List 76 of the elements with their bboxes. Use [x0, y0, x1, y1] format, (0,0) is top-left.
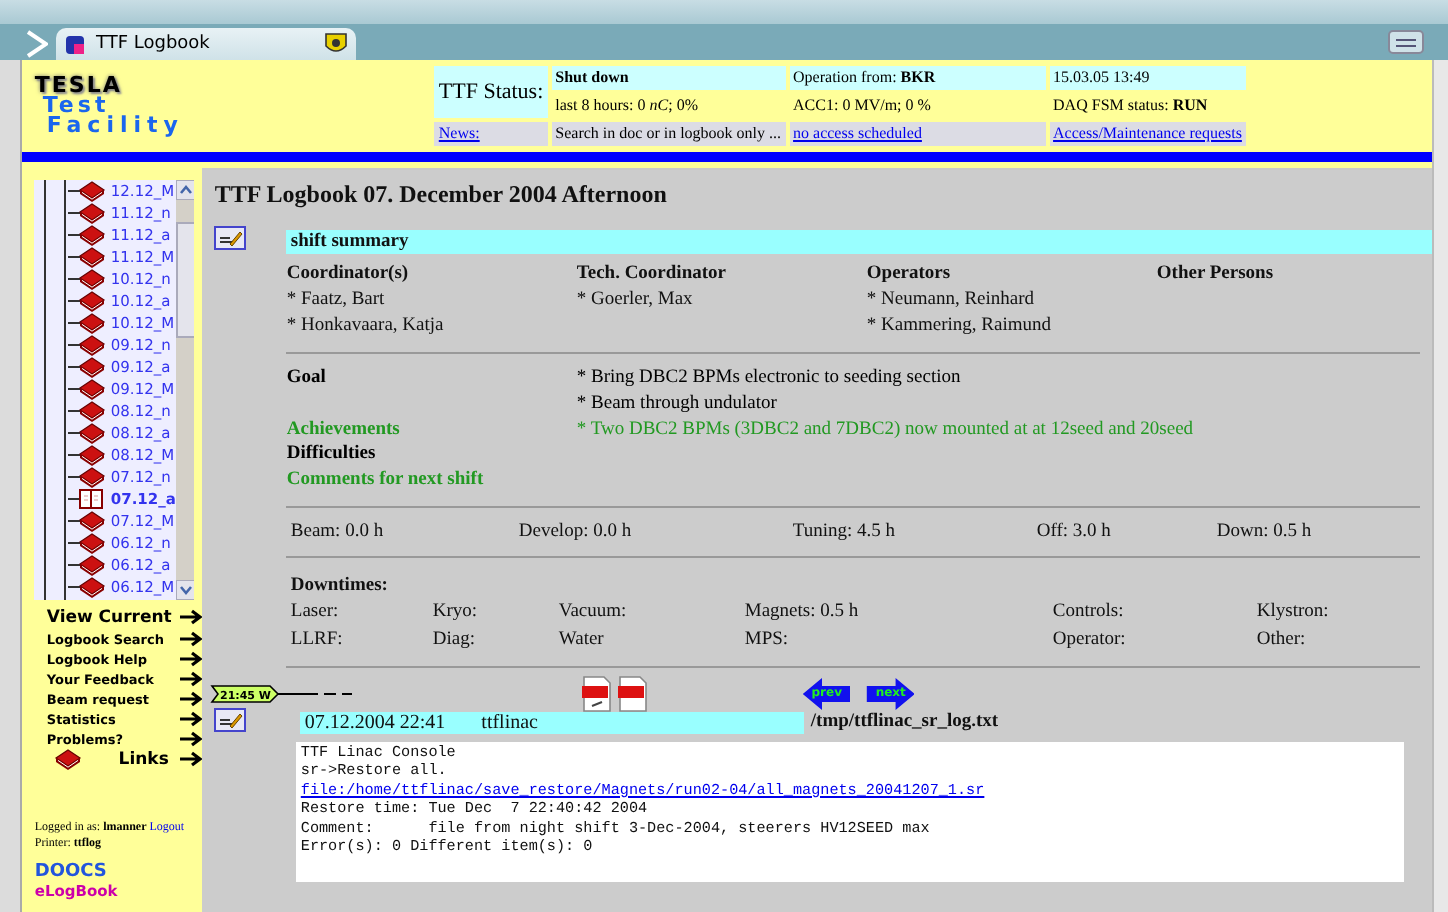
book-icon [54, 748, 83, 770]
field-label: Comments for next shift [286, 468, 486, 494]
news-text: Search in doc or in logbook only ... [551, 121, 786, 145]
downtime-value: Laser: [290, 599, 341, 626]
file-path: /tmp/ttflinac_sr_log.txt [808, 712, 999, 733]
status-cell: Operation from: BKR [789, 65, 1046, 89]
time-value: Tuning: 4.5 h [792, 519, 898, 544]
scroll-thumb[interactable] [175, 222, 195, 338]
scroll-up-icon [175, 180, 195, 200]
news-link[interactable]: Access/Maintenance requests [1053, 124, 1242, 142]
arrow-icon [180, 750, 203, 768]
arrow-icon [180, 670, 203, 688]
status-cell-text: last 8 hours: 0 nC; 0% [553, 94, 700, 117]
page-title: TTF Logbook 07. December 2004 Afternoon [214, 180, 669, 210]
arrow-icon [180, 650, 203, 668]
person-name: * Faatz, Bart [286, 288, 387, 314]
entry-time: 07.12.2004 22:41 [304, 711, 446, 734]
field-label: Difficulties [286, 442, 378, 469]
person-name: * Kammering, Raimund [866, 314, 1053, 340]
logo-text: TESLA [34, 75, 124, 95]
pdf-file-icon[interactable] [582, 675, 613, 712]
browser-tab[interactable]: TTF Logbook [56, 28, 356, 60]
person-name: * Goerler, Max [576, 288, 695, 314]
downtime-value: Kryo: [432, 599, 480, 626]
field-value: * Bring DBC2 BPMs electronic to seeding section [576, 366, 963, 392]
person-name: * Honkavaara, Katja [286, 314, 446, 340]
downtime-value: MPS: [744, 627, 791, 654]
field-label: Achievements [286, 417, 402, 443]
time-value: Off: 3.0 h [1036, 519, 1113, 544]
arrow-icon [180, 608, 203, 626]
scrollbar[interactable] [1432, 60, 1448, 912]
column-heading: Operators [866, 262, 953, 288]
downtime-value: LLRF: [290, 627, 345, 654]
tab-scroll-icon [24, 28, 48, 60]
shield-icon [324, 32, 348, 56]
edit-icon[interactable] [214, 707, 247, 732]
downtime-value: Diag: [432, 627, 477, 654]
field-label: Goal [286, 366, 328, 392]
status-label: TTF Status: [434, 65, 548, 117]
entry-author: ttflinac [481, 711, 538, 734]
downtime-value: Water [558, 627, 606, 654]
status-cell-text: ACC1: 0 MV/m; 0 % [791, 94, 933, 117]
downtime-value: Other: [1256, 627, 1308, 654]
doocs-logo-text: DOOCS [34, 864, 109, 882]
field-value: * Two DBC2 BPMs (3DBC2 and 7DBC2) now mounted at at 12seed and 20seed [576, 417, 1196, 443]
arrow-icon [180, 710, 203, 728]
person-name: * Neumann, Reinhard [866, 288, 1037, 314]
downtime-value: Vacuum: [558, 599, 629, 626]
edit-icon[interactable] [214, 226, 247, 250]
arrow-icon [180, 690, 203, 708]
page-icon [64, 33, 86, 55]
status-cell-text: DAQ FSM status: RUN [1051, 94, 1210, 117]
downtimes-heading: Downtimes: [288, 573, 390, 598]
scroll-down-icon [175, 580, 195, 600]
downtime-value: Magnets: 0.5 h [744, 599, 861, 626]
logo-text: Facility [46, 115, 186, 135]
new-tab-icon[interactable] [1388, 30, 1424, 54]
column-heading: Other Persons [1156, 262, 1276, 288]
nav-link[interactable]: View Current [46, 606, 203, 628]
status-cell: 15.03.05 13:49 [1049, 65, 1246, 89]
section-heading: shift summary [286, 229, 1433, 253]
status-cell: Shut down [551, 65, 786, 89]
time-value: Down: 0.5 h [1216, 519, 1314, 544]
time-value: Develop: 0.0 h [518, 519, 634, 544]
column-heading: Tech. Coordinator [576, 262, 728, 288]
downtime-value: Operator: [1052, 627, 1128, 654]
arrow-icon [180, 730, 203, 748]
arrow-icon [180, 630, 203, 648]
time-value: Beam: 0.0 h [290, 519, 386, 544]
downtime-value: Controls: [1052, 599, 1126, 626]
column-heading: Coordinator(s) [286, 262, 411, 288]
downtime-value: Klystron: [1256, 599, 1331, 626]
logo-text: Test [42, 95, 110, 115]
nav-link[interactable]: Links [46, 750, 203, 768]
pdf-file-icon[interactable] [618, 675, 649, 712]
field-value: * Beam through undulator [576, 391, 779, 418]
